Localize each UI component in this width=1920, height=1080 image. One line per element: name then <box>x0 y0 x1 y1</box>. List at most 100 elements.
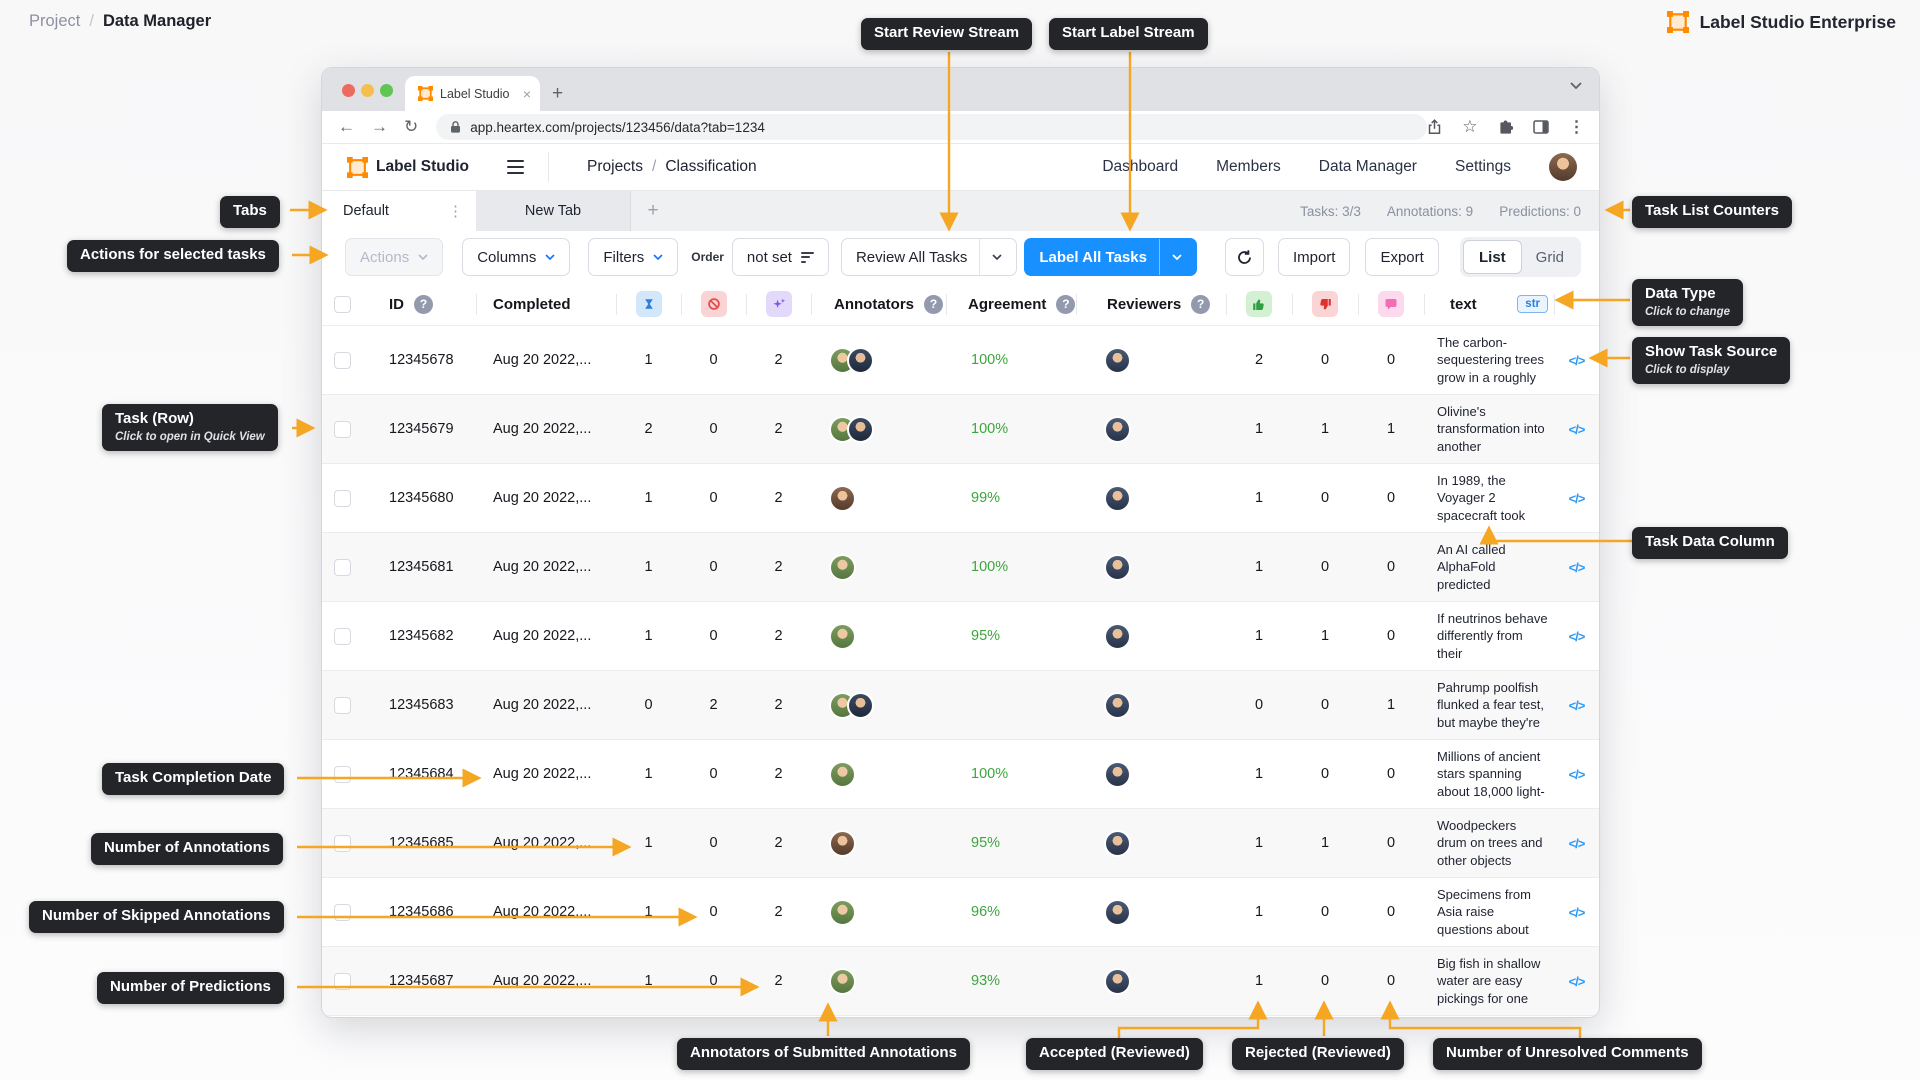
help-icon[interactable]: ? <box>1191 295 1210 314</box>
table-row[interactable]: 12345685 Aug 20 2022,... 1 0 2 95% 1 1 0… <box>322 809 1599 878</box>
show-source-icon[interactable]: </> <box>1554 878 1599 946</box>
table-row[interactable]: 12345686 Aug 20 2022,... 1 0 2 96% 1 0 0… <box>322 878 1599 947</box>
zoom-window-button[interactable] <box>380 84 393 97</box>
table-row[interactable]: 12345679 Aug 20 2022,... 2 0 2 100% 1 1 … <box>322 395 1599 464</box>
sort-order-icon[interactable] <box>801 249 814 265</box>
tab-new-tab[interactable]: New Tab <box>476 191 631 231</box>
refresh-button[interactable] <box>1225 238 1264 276</box>
review-all-tasks-button[interactable]: Review All Tasks <box>841 238 1017 276</box>
column-header-reviewers[interactable]: Reviewers? <box>1076 283 1226 325</box>
bookmark-star-icon[interactable]: ☆ <box>1462 117 1477 137</box>
list-view-button[interactable]: List <box>1463 240 1522 274</box>
table-row[interactable]: 12345680 Aug 20 2022,... 1 0 2 99% 1 0 0… <box>322 464 1599 533</box>
show-source-icon[interactable]: </> <box>1554 602 1599 670</box>
nav-settings[interactable]: Settings <box>1455 158 1511 176</box>
review-dropdown-toggle[interactable] <box>979 239 1002 275</box>
minimize-window-button[interactable] <box>361 84 374 97</box>
column-header-id[interactable]: ID? <box>363 283 476 325</box>
column-header-annotators[interactable]: Annotators? <box>811 283 946 325</box>
add-view-tab-button[interactable]: + <box>631 191 675 231</box>
reload-icon[interactable]: ↻ <box>404 117 418 137</box>
row-checkbox[interactable] <box>334 490 351 507</box>
row-checkbox[interactable] <box>334 697 351 714</box>
show-source-icon[interactable]: </> <box>1554 533 1599 601</box>
extensions-puzzle-icon[interactable] <box>1498 120 1513 135</box>
tab-default[interactable]: Default ⋮ <box>322 191 476 231</box>
actions-button[interactable]: Actions <box>345 238 443 276</box>
import-button[interactable]: Import <box>1278 238 1351 276</box>
table-row[interactable]: 12345684 Aug 20 2022,... 1 0 2 100% 1 0 … <box>322 740 1599 809</box>
annotations-count-icon <box>636 291 662 317</box>
column-header-comments[interactable] <box>1358 283 1424 325</box>
table-row[interactable]: 12345681 Aug 20 2022,... 1 0 2 100% 1 0 … <box>322 533 1599 602</box>
breadcrumb-project[interactable]: Project <box>29 12 80 31</box>
help-icon[interactable]: ? <box>414 295 433 314</box>
actions-label: Actions <box>360 249 409 266</box>
show-source-icon[interactable]: </> <box>1554 947 1599 1015</box>
user-avatar[interactable] <box>1549 153 1577 181</box>
table-row[interactable]: 12345687 Aug 20 2022,... 1 0 2 93% 1 0 0… <box>322 947 1599 1016</box>
hamburger-menu-icon[interactable] <box>507 160 524 175</box>
annotators-header-label: Annotators <box>811 296 914 313</box>
filters-label: Filters <box>603 249 644 266</box>
app-breadcrumb-root[interactable]: Projects <box>587 158 643 176</box>
browser-tab[interactable]: Label Studio × <box>405 76 540 111</box>
select-all-checkbox[interactable] <box>334 296 351 313</box>
help-icon[interactable]: ? <box>1056 295 1075 314</box>
tab-options-kebab-icon[interactable]: ⋮ <box>448 204 463 219</box>
side-panel-icon[interactable] <box>1533 120 1549 134</box>
column-header-predictions[interactable] <box>746 283 811 325</box>
column-header-annotations[interactable] <box>616 283 681 325</box>
back-icon[interactable]: ← <box>338 117 355 137</box>
column-header-accepted[interactable] <box>1226 283 1292 325</box>
column-header-text[interactable]: text str <box>1424 283 1554 325</box>
row-checkbox[interactable] <box>334 835 351 852</box>
column-header-skipped[interactable] <box>681 283 746 325</box>
columns-button[interactable]: Columns <box>462 238 570 276</box>
help-icon[interactable]: ? <box>924 295 943 314</box>
grid-view-button[interactable]: Grid <box>1522 249 1578 266</box>
show-source-icon[interactable]: </> <box>1554 326 1599 394</box>
new-tab-button[interactable]: + <box>552 84 563 103</box>
avatar <box>829 761 856 788</box>
export-button[interactable]: Export <box>1365 238 1438 276</box>
row-checkbox[interactable] <box>334 559 351 576</box>
row-checkbox[interactable] <box>334 766 351 783</box>
row-checkbox[interactable] <box>334 628 351 645</box>
column-header-completed[interactable]: Completed <box>476 283 616 325</box>
row-checkbox[interactable] <box>334 352 351 369</box>
show-source-icon[interactable]: </> <box>1554 671 1599 739</box>
browser-menu-icon[interactable]: ⋮ <box>1569 117 1585 137</box>
app-logo-icon <box>347 157 368 178</box>
column-header-rejected[interactable] <box>1292 283 1358 325</box>
nav-members[interactable]: Members <box>1216 158 1281 176</box>
row-checkbox[interactable] <box>334 421 351 438</box>
row-checkbox[interactable] <box>334 973 351 990</box>
filters-button[interactable]: Filters <box>588 238 678 276</box>
column-header-agreement[interactable]: Agreement? <box>946 283 1076 325</box>
nav-data-manager[interactable]: Data Manager <box>1319 158 1417 176</box>
tab-list-chevron-icon[interactable] <box>1569 81 1583 90</box>
table-row[interactable]: 12345682 Aug 20 2022,... 1 0 2 95% 1 1 0… <box>322 602 1599 671</box>
tab-close-icon[interactable]: × <box>523 86 531 102</box>
show-source-icon[interactable]: </> <box>1554 395 1599 463</box>
label-all-tasks-button[interactable]: Label All Tasks <box>1024 238 1197 276</box>
show-source-icon[interactable]: </> <box>1554 464 1599 532</box>
row-checkbox[interactable] <box>334 904 351 921</box>
order-button[interactable]: not set <box>732 238 829 276</box>
share-icon[interactable] <box>1427 119 1442 135</box>
show-source-icon[interactable]: </> <box>1554 809 1599 877</box>
close-window-button[interactable] <box>342 84 355 97</box>
callout-task-row: Task (Row)Click to open in Quick View <box>102 404 278 451</box>
nav-dashboard[interactable]: Dashboard <box>1102 158 1178 176</box>
data-type-badge[interactable]: str <box>1517 295 1548 313</box>
label-dropdown-toggle[interactable] <box>1159 239 1182 275</box>
forward-icon[interactable]: → <box>371 117 388 137</box>
callout-data-type: Data TypeClick to change <box>1632 279 1743 326</box>
table-row[interactable]: 12345683 Aug 20 2022,... 0 2 2 0 0 1 Pah… <box>322 671 1599 740</box>
table-row[interactable]: 12345678 Aug 20 2022,... 1 0 2 100% 2 0 … <box>322 326 1599 395</box>
task-id: 12345679 <box>363 395 476 463</box>
address-bar[interactable]: app.heartex.com/projects/123456/data?tab… <box>436 114 1427 140</box>
predictions-count: 2 <box>746 740 811 808</box>
show-source-icon[interactable]: </> <box>1554 740 1599 808</box>
